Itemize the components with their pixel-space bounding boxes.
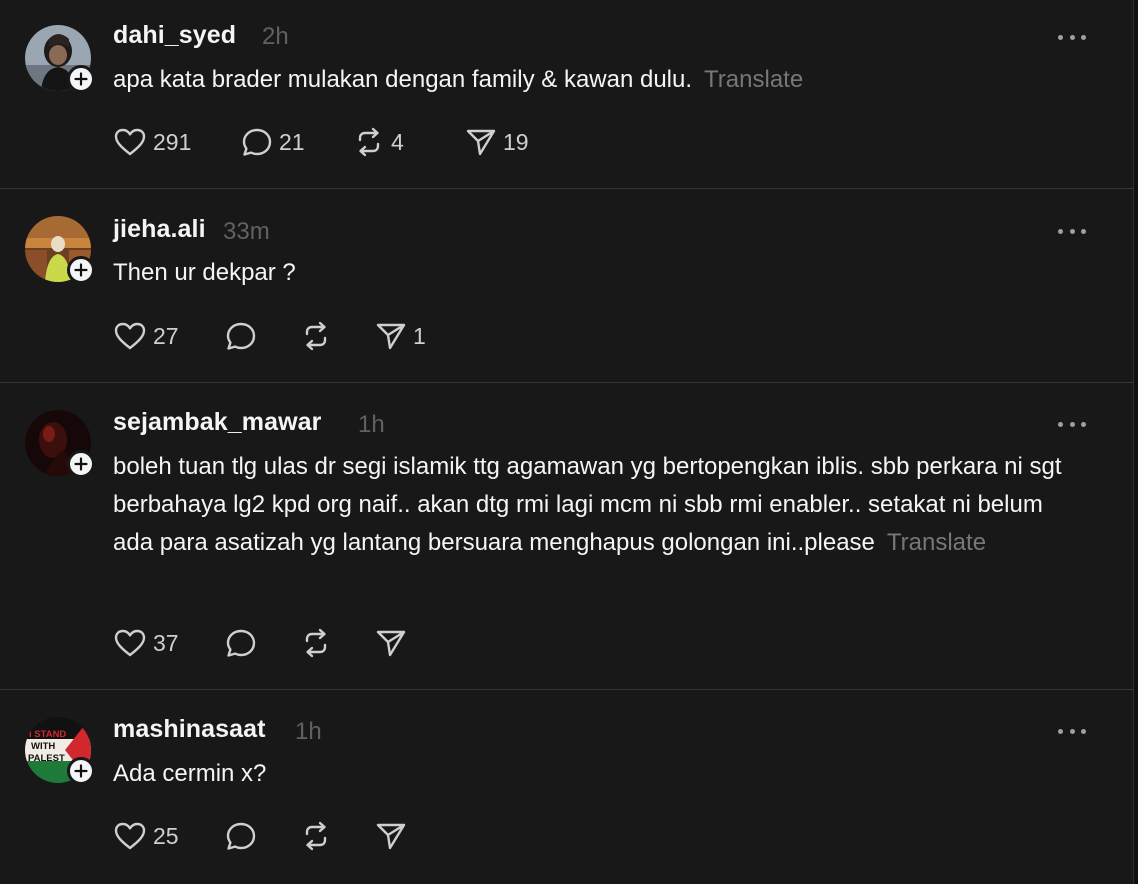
reply-button[interactable]	[225, 628, 300, 658]
window-edge	[1133, 0, 1138, 884]
share-count: 1	[413, 322, 426, 349]
post-mashinasaat[interactable]: I STAND WITH PALEST mashinasaat 1h Ada c…	[0, 690, 1133, 884]
send-icon	[466, 129, 496, 156]
post-body: Ada cermin x?	[113, 760, 267, 787]
like-button[interactable]: 291	[113, 127, 241, 157]
post-text: Then ur dekpar ?	[113, 254, 1073, 292]
follow-button[interactable]	[67, 757, 95, 785]
more-icon	[1058, 228, 1063, 234]
post-text: boleh tuan tlg ulas dr segi islamik ttg …	[113, 448, 1073, 562]
repost-count: 4	[391, 128, 404, 155]
avatar-caption-line-1: I STAND	[29, 729, 66, 740]
plus-icon	[74, 72, 88, 86]
avatar-sejambak-mawar[interactable]	[25, 410, 95, 478]
share-count: 19	[503, 128, 529, 155]
plus-icon	[74, 263, 88, 277]
post-text: Ada cermin x?	[113, 755, 1073, 793]
translate-link[interactable]: Translate	[704, 66, 803, 93]
more-options-button[interactable]	[1058, 27, 1086, 47]
send-icon	[376, 630, 406, 657]
more-options-button[interactable]	[1058, 221, 1086, 241]
post-dahi-syed[interactable]: dahi_syed 2h apa kata brader mulakan den…	[0, 0, 1133, 188]
repost-button[interactable]	[300, 321, 375, 351]
like-count: 37	[153, 629, 179, 656]
repost-icon	[305, 628, 327, 658]
avatar-mashinasaat[interactable]: I STAND WITH PALEST	[25, 717, 95, 785]
avatar-dahi-syed[interactable]	[25, 25, 95, 93]
more-icon	[1058, 34, 1063, 40]
plus-icon	[74, 764, 88, 778]
heart-icon	[114, 629, 146, 657]
follow-button[interactable]	[67, 256, 95, 284]
timestamp: 1h	[358, 411, 385, 438]
follow-button[interactable]	[67, 65, 95, 93]
comment-icon	[242, 128, 272, 156]
post-jieha-ali[interactable]: jieha.ali 33m Then ur dekpar ? 27 1	[0, 189, 1133, 382]
like-button[interactable]: 37	[113, 628, 225, 658]
translate-link[interactable]: Translate	[887, 529, 986, 556]
username[interactable]: jieha.ali	[113, 215, 206, 244]
timestamp: 1h	[295, 718, 322, 745]
reply-button[interactable]	[225, 821, 300, 851]
timestamp: 2h	[262, 23, 289, 50]
more-options-button[interactable]	[1058, 721, 1086, 741]
like-count: 25	[153, 822, 179, 849]
timestamp: 33m	[223, 218, 270, 245]
heart-icon	[114, 128, 146, 156]
repost-button[interactable]	[300, 821, 375, 851]
more-options-button[interactable]	[1058, 414, 1086, 434]
action-bar: 27 1	[113, 320, 455, 352]
repost-button[interactable]: 4	[353, 127, 465, 157]
send-icon	[376, 323, 406, 350]
post-body: apa kata brader mulakan dengan family & …	[113, 66, 693, 93]
comment-icon	[226, 322, 256, 350]
follow-button[interactable]	[67, 450, 95, 478]
post-body: Then ur dekpar ?	[113, 259, 296, 286]
username[interactable]: dahi_syed	[113, 21, 236, 50]
comment-icon	[226, 822, 256, 850]
reply-count: 21	[279, 128, 305, 155]
post-text: apa kata brader mulakan dengan family & …	[113, 61, 1073, 99]
heart-icon	[114, 322, 146, 350]
action-bar: 25	[113, 820, 435, 852]
like-count: 291	[153, 128, 192, 155]
avatar-caption-line-2: WITH	[31, 741, 55, 752]
like-button[interactable]: 25	[113, 821, 225, 851]
share-button[interactable]	[375, 628, 435, 658]
avatar-caption-line-3: PALEST	[28, 753, 65, 764]
comment-icon	[226, 629, 256, 657]
plus-icon	[74, 457, 88, 471]
repost-icon	[358, 127, 380, 157]
send-icon	[376, 823, 406, 850]
share-button[interactable]: 19	[465, 127, 555, 157]
more-icon	[1058, 421, 1063, 427]
post-sejambak-mawar[interactable]: sejambak_mawar 1h boleh tuan tlg ulas dr…	[0, 383, 1133, 689]
reply-button[interactable]: 21	[241, 127, 353, 157]
like-count: 27	[153, 322, 179, 349]
reply-button[interactable]	[225, 321, 300, 351]
more-icon	[1058, 728, 1063, 734]
username[interactable]: mashinasaat	[113, 715, 266, 744]
share-button[interactable]	[375, 821, 435, 851]
heart-icon	[114, 822, 146, 850]
share-button[interactable]: 1	[375, 321, 455, 351]
action-bar: 291 21 4 19	[113, 126, 555, 158]
repost-icon	[305, 821, 327, 851]
replies-feed: dahi_syed 2h apa kata brader mulakan den…	[0, 0, 1133, 884]
avatar-jieha-ali[interactable]	[25, 216, 95, 284]
username[interactable]: sejambak_mawar	[113, 408, 321, 437]
action-bar: 37	[113, 627, 435, 659]
repost-button[interactable]	[300, 628, 375, 658]
like-button[interactable]: 27	[113, 321, 225, 351]
repost-icon	[305, 321, 327, 351]
